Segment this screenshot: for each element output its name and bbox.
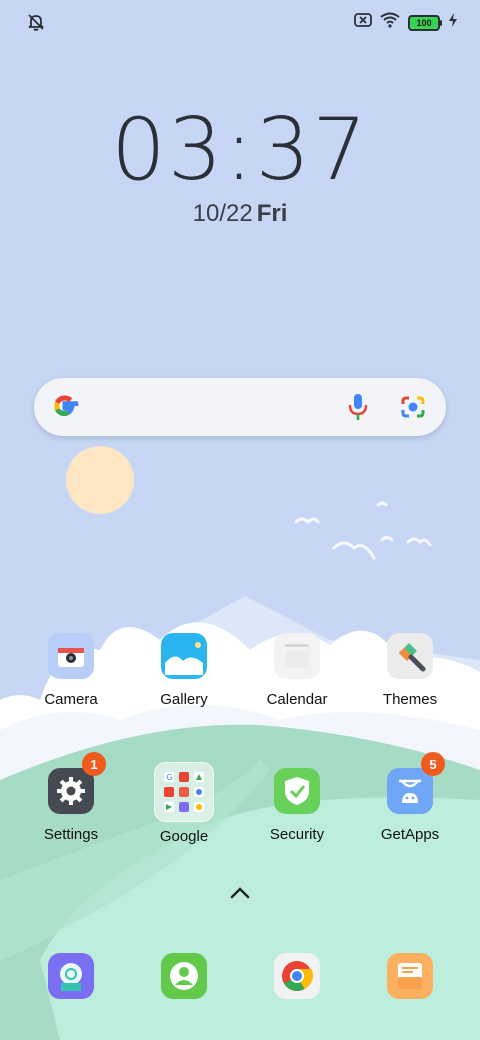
notes-icon[interactable] bbox=[387, 953, 433, 999]
status-bar: 100 bbox=[0, 10, 480, 34]
bell-muted-icon bbox=[26, 12, 46, 37]
google-g-icon bbox=[50, 391, 80, 426]
wifi-icon bbox=[380, 12, 400, 33]
microphone-icon[interactable] bbox=[348, 393, 368, 426]
app-camera[interactable]: Camera bbox=[21, 633, 121, 708]
shopping-bag-icon: 5 bbox=[387, 752, 445, 814]
sun bbox=[66, 446, 134, 514]
app-label: Settings bbox=[43, 826, 99, 843]
date-text: 10/22 bbox=[192, 200, 253, 227]
chevron-up-icon[interactable] bbox=[229, 886, 251, 905]
contacts-icon[interactable] bbox=[161, 953, 207, 999]
clock-date[interactable]: 10/22 Fri bbox=[0, 200, 480, 228]
bolt-icon bbox=[448, 13, 458, 32]
sim-x-icon bbox=[354, 12, 372, 33]
gear-icon: 1 bbox=[48, 752, 106, 814]
lens-camera-icon[interactable] bbox=[400, 394, 426, 425]
battery-level: 100 bbox=[416, 17, 432, 28]
app-gallery[interactable]: Gallery bbox=[134, 633, 234, 708]
app-getapps[interactable]: 5 GetApps bbox=[360, 752, 460, 843]
weekday-text: Fri bbox=[256, 200, 288, 227]
camera-icon bbox=[48, 633, 94, 679]
app-label: Camera bbox=[44, 691, 98, 708]
notification-badge: 5 bbox=[421, 752, 445, 776]
app-label: Security bbox=[269, 826, 325, 843]
svg-text:G: G bbox=[167, 773, 173, 782]
app-folder-google[interactable]: G Google bbox=[134, 762, 234, 845]
browser-icon[interactable] bbox=[48, 953, 94, 999]
folder-icon: G bbox=[154, 762, 214, 822]
notification-badge: 1 bbox=[82, 752, 106, 776]
app-label: Themes bbox=[382, 691, 438, 708]
app-label: Gallery bbox=[160, 691, 208, 708]
app-themes[interactable]: Themes bbox=[360, 633, 460, 708]
battery-indicator: 100 bbox=[408, 14, 442, 31]
app-label: Calendar bbox=[266, 691, 328, 708]
app-settings[interactable]: 1 Settings bbox=[21, 752, 121, 843]
google-search-bar[interactable] bbox=[34, 378, 446, 436]
calendar-icon bbox=[274, 633, 320, 679]
chrome-icon[interactable] bbox=[274, 953, 320, 999]
app-calendar[interactable]: Calendar bbox=[247, 633, 347, 708]
brush-icon bbox=[387, 633, 433, 679]
clock-time[interactable]: 03:37 bbox=[0, 100, 480, 200]
app-security[interactable]: Security bbox=[247, 768, 347, 843]
app-label: GetApps bbox=[380, 826, 440, 843]
app-label: Google bbox=[159, 828, 209, 845]
shield-icon bbox=[274, 768, 320, 814]
gallery-icon bbox=[161, 633, 207, 679]
